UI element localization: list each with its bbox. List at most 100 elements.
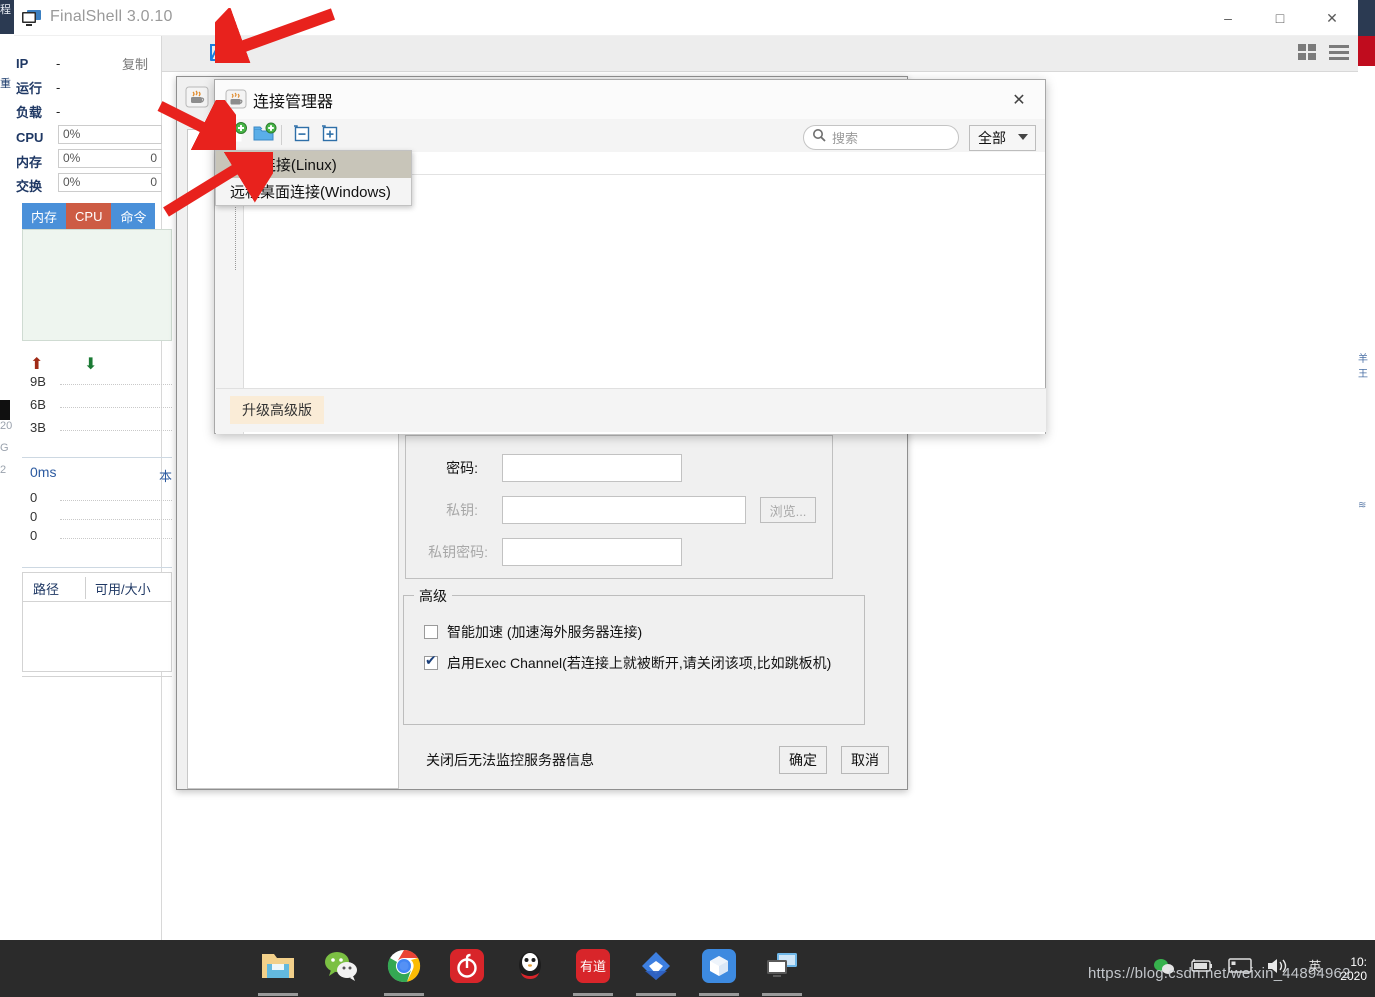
taskbar-chrome[interactable] (384, 949, 424, 996)
background-window-right[interactable] (1358, 0, 1375, 940)
browse-button[interactable]: 浏览... (760, 497, 816, 523)
monitor-right-swap: 0 (150, 175, 157, 189)
maximize-button[interactable]: □ (1254, 0, 1306, 36)
monitor-value-load: - (56, 103, 61, 119)
tab-command[interactable]: 命令 (111, 203, 156, 229)
expand-all-button[interactable] (315, 122, 343, 149)
monitor-row-ip: IP - 复制 (16, 52, 156, 74)
monitor-label-swap-row: 交换 (16, 174, 56, 196)
monitor-label-cpu: CPU (16, 129, 44, 145)
advanced-legend: 高级 (414, 586, 452, 606)
exec-channel-row[interactable]: 启用Exec Channel(若连接上就被断开,请关闭该项,比如跳板机) (424, 652, 832, 673)
sandbox-icon (702, 949, 736, 988)
latency-gridline-2 (60, 519, 172, 520)
background-window-right-text2: ≋ (1358, 500, 1367, 511)
collapse-all-button[interactable] (287, 122, 315, 149)
monitor-right-mem: 0 (150, 151, 157, 165)
edge-ghost-text: 20 G 2 (0, 415, 14, 481)
latency-right-label: 本 (158, 469, 172, 484)
tab-memory[interactable]: 内存 (22, 203, 67, 229)
collapse-all-icon (291, 123, 311, 148)
credentials-group: 密码: 私钥: 浏览... 私钥密码: (405, 435, 833, 579)
disk-table-header: 路径 可用/大小 (22, 572, 172, 602)
connection-manager-titlebar: 连接管理器 ✕ (215, 80, 1045, 119)
monitor-label-swap: 交换 (16, 178, 43, 194)
net-gridline-1 (60, 384, 172, 385)
window-title: FinalShell 3.0.10 (50, 8, 173, 25)
exec-channel-label: 启用Exec Channel(若连接上就被断开,请关闭该项,比如跳板机) (447, 655, 832, 671)
exec-channel-checkbox[interactable] (424, 652, 438, 670)
watermark: https://blog.csdn.net/weixin_44894962 (1088, 965, 1351, 982)
latency-title: 0ms (30, 464, 57, 480)
privatekey-password-label: 私钥密码: (428, 544, 488, 560)
monitor-bar-cpu: 0% (58, 125, 162, 144)
search-box[interactable]: 搜索 (803, 125, 959, 150)
monitor-label-uptime: 运行 (16, 80, 43, 96)
connection-manager-toolbar: 搜索 全部 (215, 119, 1045, 152)
taskbar-youdao[interactable]: 有道 (573, 949, 613, 996)
tree-collapse-icon[interactable]: − (220, 121, 236, 137)
disk-table-body (22, 602, 172, 672)
netease-music-icon (450, 949, 484, 988)
minimize-button[interactable]: – (1202, 0, 1254, 36)
taskbar-wechat[interactable] (321, 949, 361, 989)
taskbar-file-explorer[interactable] (258, 949, 298, 996)
upgrade-button[interactable]: 升级高级版 (230, 396, 324, 424)
background-window-right-accent (1358, 36, 1375, 66)
monitor-label-load: 负载 (16, 104, 43, 120)
smart-accel-checkbox[interactable] (424, 625, 438, 639)
new-folder-button[interactable] (251, 122, 279, 149)
network-graph-block: ⬆ ⬇ 9B 6B 3B (22, 354, 172, 458)
latency-tick-3: 0 (30, 528, 38, 543)
search-input[interactable]: 搜索 (832, 128, 858, 147)
java-cup-icon (185, 86, 209, 108)
taskbar-wps[interactable] (636, 949, 676, 996)
monitor-bar-mem: 0% 0 (58, 149, 162, 168)
list-view-button[interactable] (1326, 40, 1352, 68)
edge-ghost-1: 20 (0, 420, 13, 432)
monitor-value-uptime: - (56, 79, 61, 95)
open-folder-button[interactable] (203, 40, 245, 68)
menu-item-ssh-linux[interactable]: SSH连接(Linux) (216, 151, 411, 178)
taskbar-remote-desktop[interactable] (762, 949, 802, 996)
taskbar-open-indicator (384, 992, 424, 996)
remote-desktop-icon (765, 951, 799, 986)
wechat-icon (323, 950, 359, 987)
copy-button[interactable]: 复制 (122, 54, 148, 73)
net-tick-2: 6B (30, 397, 46, 412)
privatekey-label: 私钥: (446, 502, 478, 518)
finalshell-window: FinalShell 3.0.10 – □ ✕ IP - 复制 运行 - 负载 … (14, 0, 1358, 940)
monitor-tabstrip: 内存 CPU 命令 (22, 203, 172, 229)
monitor-label-ip: IP (16, 55, 29, 71)
password-input[interactable] (502, 454, 682, 482)
latency-tick-2: 0 (30, 509, 38, 524)
smart-accel-label: 智能加速 (加速海外服务器连接) (447, 624, 643, 640)
filter-dropdown[interactable]: 全部 (969, 125, 1036, 151)
close-button[interactable]: ✕ (1306, 0, 1358, 36)
advanced-group: 高级 智能加速 (加速海外服务器连接) 启用Exec Channel(若连接上就… (403, 586, 865, 725)
taskbar-open-indicator (636, 992, 676, 996)
smart-accel-row[interactable]: 智能加速 (加速海外服务器连接) (424, 622, 642, 642)
net-gridline-2 (60, 407, 172, 408)
desktop-edge-strip (0, 122, 14, 402)
expand-all-icon (319, 123, 339, 148)
privatekey-input[interactable] (502, 496, 746, 524)
cancel-button[interactable]: 取消 (841, 746, 889, 774)
upload-arrow-icon: ⬆ (30, 356, 44, 373)
taskbar-open-indicator (258, 992, 298, 996)
chevron-down-icon (1018, 134, 1028, 140)
taskbar-open-indicator (762, 992, 802, 996)
edge-text-mid: 重 (0, 78, 11, 90)
monitor-chart-pane (22, 229, 172, 341)
advanced-note: 关闭后无法监控服务器信息 (426, 752, 594, 768)
grid-view-button[interactable] (1294, 40, 1320, 68)
taskbar-sandbox[interactable] (699, 949, 739, 996)
menu-item-rdp-windows[interactable]: 远程桌面连接(Windows) (216, 178, 411, 205)
privatekey-row: 私钥: 浏览... (408, 496, 816, 524)
taskbar-qq[interactable] (510, 949, 550, 989)
ok-button[interactable]: 确定 (779, 746, 827, 774)
taskbar-netease-music[interactable] (447, 949, 487, 989)
connection-manager-close-button[interactable]: ✕ (999, 85, 1039, 115)
privatekey-password-input[interactable] (502, 538, 682, 566)
tab-cpu[interactable]: CPU (66, 203, 112, 229)
